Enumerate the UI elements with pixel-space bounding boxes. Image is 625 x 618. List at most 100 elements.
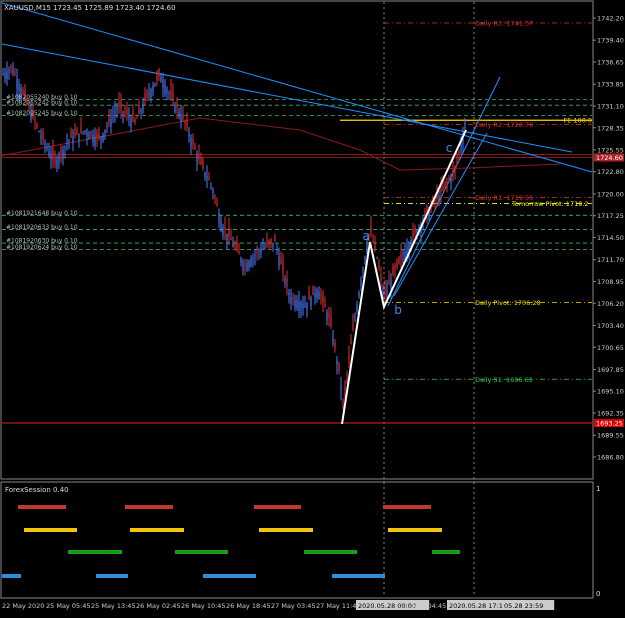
candle-body: [372, 240, 374, 242]
candle-body: [238, 250, 240, 255]
candle-body: [336, 359, 338, 365]
y-tick-label: 1695.10: [597, 388, 624, 396]
candle-body: [56, 159, 58, 169]
candle-body: [304, 304, 306, 307]
candle-body: [358, 292, 360, 298]
session-bar-yellow: [24, 528, 77, 532]
candle-body: [204, 172, 206, 177]
candle-body: [250, 258, 252, 267]
candle-body: [442, 185, 444, 190]
candle-body: [412, 229, 414, 237]
candle-body: [230, 238, 232, 240]
candle-body: [138, 105, 140, 115]
candle-body: [100, 136, 102, 140]
candle-body: [362, 267, 364, 271]
candle-body: [406, 247, 408, 255]
candle-body: [338, 362, 340, 371]
candle-body: [262, 247, 264, 249]
candle-body: [254, 254, 256, 256]
candle-body: [346, 373, 348, 375]
candle-body: [150, 89, 152, 98]
candle-body: [310, 297, 312, 307]
candle-body: [282, 262, 284, 272]
candle-body: [386, 289, 388, 292]
candle-body: [264, 246, 266, 248]
candle-body: [66, 143, 68, 145]
candle-body: [352, 324, 354, 331]
candle-body: [452, 169, 454, 174]
candle-body: [218, 213, 220, 224]
x-tick-label: 2020.05.28 17:14: [449, 602, 507, 610]
candle-body: [214, 196, 216, 198]
y-tick-label: 1706.20: [597, 300, 624, 308]
candle-body: [284, 278, 286, 284]
y-tick-label: 1711.70: [597, 256, 624, 264]
candle-body: [364, 256, 366, 263]
chart-svg[interactable]: Daily R3: 1741.57 Daily R2: 1728.76 FE 100…: [0, 0, 625, 614]
candle-body: [246, 263, 248, 271]
candle-body: [288, 293, 290, 295]
candle-body: [212, 189, 214, 194]
candle-body: [70, 130, 72, 138]
candle-body: [370, 226, 372, 233]
candle-body: [356, 304, 358, 312]
candle-body: [64, 146, 66, 148]
candle-body: [464, 126, 466, 129]
candle-body: [446, 181, 448, 183]
candle-body: [134, 119, 136, 123]
candle-body: [122, 111, 124, 113]
candle-body: [90, 131, 92, 134]
x-tick-label: 22 May 2020: [2, 602, 44, 610]
wave-label-b: b: [394, 303, 402, 317]
y-tick-label: 1692.35: [597, 410, 624, 418]
candle-body: [414, 228, 416, 234]
y-tick-label: 1733.85: [597, 81, 624, 89]
y-tick-label: 1689.55: [597, 432, 624, 440]
candle-body: [4, 72, 6, 78]
indicator-title: ForexSession 0.40: [5, 486, 69, 494]
y-tick-label: 1708.95: [597, 278, 624, 286]
candle-body: [186, 119, 188, 128]
low-price-text: 1693.25: [596, 420, 623, 428]
candle-body: [136, 117, 138, 119]
chart-window[interactable]: Daily R3: 1741.57 Daily R2: 1728.76 FE 100…: [0, 0, 625, 614]
session-bar-green: [304, 550, 357, 554]
session-bar-red: [383, 505, 431, 509]
candle-body: [86, 131, 88, 137]
candle-body: [228, 227, 230, 237]
pivot-label: Daily R3: 1741.57: [475, 19, 533, 27]
candle-body: [276, 248, 278, 250]
session-bar-green: [175, 550, 228, 554]
candle-body: [302, 303, 304, 309]
candle-body: [388, 281, 390, 286]
candle-body: [286, 278, 288, 286]
order-label: #1081921648 buy 0.10: [6, 210, 78, 217]
candle-body: [342, 400, 344, 406]
candle-body: [296, 300, 298, 309]
candle-body: [174, 104, 176, 113]
candle-body: [130, 118, 132, 128]
candle-body: [308, 292, 310, 300]
candle-body: [156, 75, 158, 80]
y-tick-label: 1739.40: [597, 37, 624, 45]
candle-body: [40, 136, 42, 138]
candle-body: [72, 136, 74, 144]
x-tick-label: May 04:45: [412, 602, 446, 610]
candle-body: [160, 77, 162, 83]
y-tick-label: 1697.85: [597, 366, 624, 374]
candle-body: [108, 114, 110, 123]
candle-body: [350, 340, 352, 345]
candle-body: [366, 245, 368, 254]
candle-body: [170, 89, 172, 97]
candle-body: [224, 227, 226, 231]
candle-body: [164, 84, 166, 94]
session-bar-red: [254, 505, 301, 509]
candle-body: [380, 274, 382, 280]
candle-body: [376, 257, 378, 259]
candle-body: [290, 297, 292, 304]
candle-body: [34, 119, 36, 122]
candle-body: [182, 113, 184, 119]
indicator-scale-bottom: 0: [596, 590, 600, 598]
candle-body: [298, 301, 300, 312]
candle-body: [194, 146, 196, 150]
